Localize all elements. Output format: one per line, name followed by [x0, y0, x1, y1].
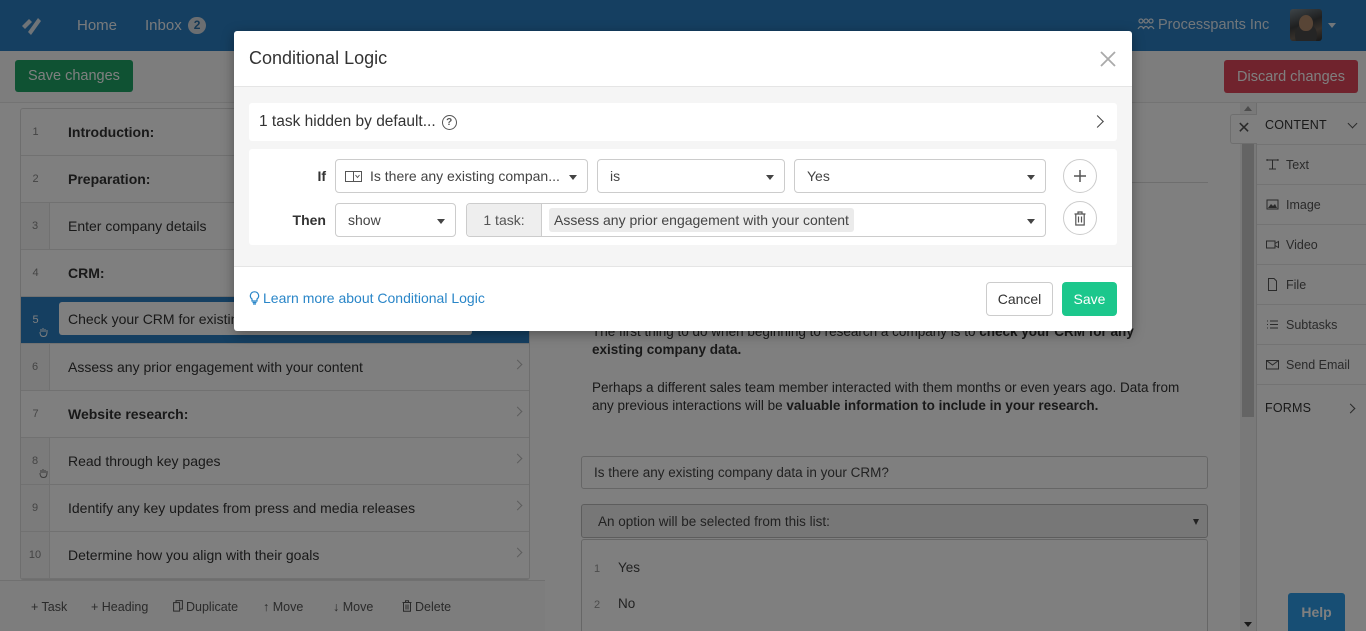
hidden-tasks-summary[interactable]: 1 task hidden by default...? [249, 103, 1117, 141]
action-select[interactable]: show [335, 203, 456, 237]
caret-down-icon [766, 175, 774, 180]
condition-value-select[interactable]: Yes [794, 159, 1046, 193]
condition-operator-value: is [610, 168, 621, 184]
learn-more-link[interactable]: Learn more about Conditional Logic [249, 290, 485, 306]
caret-down-icon [569, 175, 577, 180]
action-value: show [348, 212, 381, 228]
modal-footer: Learn more about Conditional Logic Cance… [234, 267, 1132, 331]
learn-more-label: Learn more about Conditional Logic [263, 290, 485, 306]
condition-field-value: Is there any existing compan... [370, 168, 560, 184]
caret-down-icon [1027, 219, 1035, 224]
modal-header: Conditional Logic [234, 31, 1132, 87]
cancel-button[interactable]: Cancel [986, 282, 1053, 316]
caret-down-icon [437, 219, 445, 224]
logic-rule: If Is there any existing compan... is Ye… [249, 149, 1117, 245]
if-label: If [317, 168, 326, 184]
then-label: Then [292, 212, 326, 228]
close-icon[interactable] [1098, 49, 1118, 69]
modal-title: Conditional Logic [249, 48, 388, 68]
trash-icon [1074, 210, 1086, 226]
hidden-tasks-label: 1 task hidden by default... [259, 113, 436, 130]
help-circle-icon[interactable]: ? [441, 115, 457, 130]
save-button[interactable]: Save [1062, 282, 1117, 316]
caret-down-icon [1027, 175, 1035, 180]
conditional-logic-modal: Conditional Logic 1 task hidden by defau… [234, 31, 1132, 331]
chevron-right-icon [1091, 115, 1104, 128]
plus-icon [1074, 170, 1086, 182]
delete-rule-button[interactable] [1063, 201, 1097, 235]
condition-operator-select[interactable]: is [597, 159, 785, 193]
condition-field-select[interactable]: Is there any existing compan... [335, 159, 588, 193]
add-condition-button[interactable] [1063, 159, 1097, 193]
modal-body: 1 task hidden by default...? If Is there… [234, 87, 1132, 267]
condition-value: Yes [807, 168, 830, 184]
selected-task-chip[interactable]: Assess any prior engagement with your co… [549, 208, 854, 232]
task-count-label: 1 task: [467, 204, 542, 236]
dropdown-field-icon [345, 170, 362, 182]
target-tasks-select[interactable]: 1 task: Assess any prior engagement with… [466, 203, 1046, 237]
lightbulb-icon [249, 291, 260, 305]
